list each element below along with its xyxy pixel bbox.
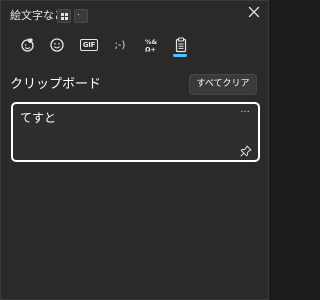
tab-clipboard[interactable] (170, 35, 192, 55)
title-bar: 絵文字など . (1, 1, 268, 31)
emoji-panel: 絵文字など . GIF ;-) %& Ω+ クリップボード すべてクリア てすと… (0, 0, 269, 300)
pin-button[interactable] (240, 142, 252, 157)
pin-icon (240, 145, 252, 157)
clipboard-item[interactable]: てすと ··· (11, 102, 260, 162)
period-key-icon: . (74, 8, 88, 23)
category-tabs: GIF ;-) %& Ω+ (1, 31, 268, 61)
more-options-button[interactable]: ··· (238, 108, 252, 119)
tab-gif[interactable]: GIF (78, 35, 100, 55)
tab-emoji-recent[interactable] (17, 35, 39, 55)
gif-icon: GIF (79, 39, 99, 51)
clear-all-button[interactable]: すべてクリア (189, 74, 257, 95)
tab-kaomoji[interactable]: ;-) (109, 35, 131, 55)
heart-face-icon (21, 38, 34, 52)
svg-text:Ω+: Ω+ (145, 46, 156, 54)
clipboard-title: クリップボード (10, 77, 102, 92)
selected-tab-indicator (173, 54, 187, 57)
close-button[interactable] (246, 4, 262, 20)
tab-symbols[interactable]: %& Ω+ (141, 35, 163, 55)
windows-key-icon (57, 9, 71, 23)
kaomoji-icon: ;-) (114, 39, 126, 51)
clipboard-icon (175, 37, 187, 53)
clipboard-item-text: てすと (20, 111, 57, 125)
smiley-icon (50, 38, 64, 52)
close-icon (248, 6, 260, 18)
symbols-icon: %& Ω+ (145, 38, 158, 54)
tab-emoji[interactable] (46, 35, 68, 55)
